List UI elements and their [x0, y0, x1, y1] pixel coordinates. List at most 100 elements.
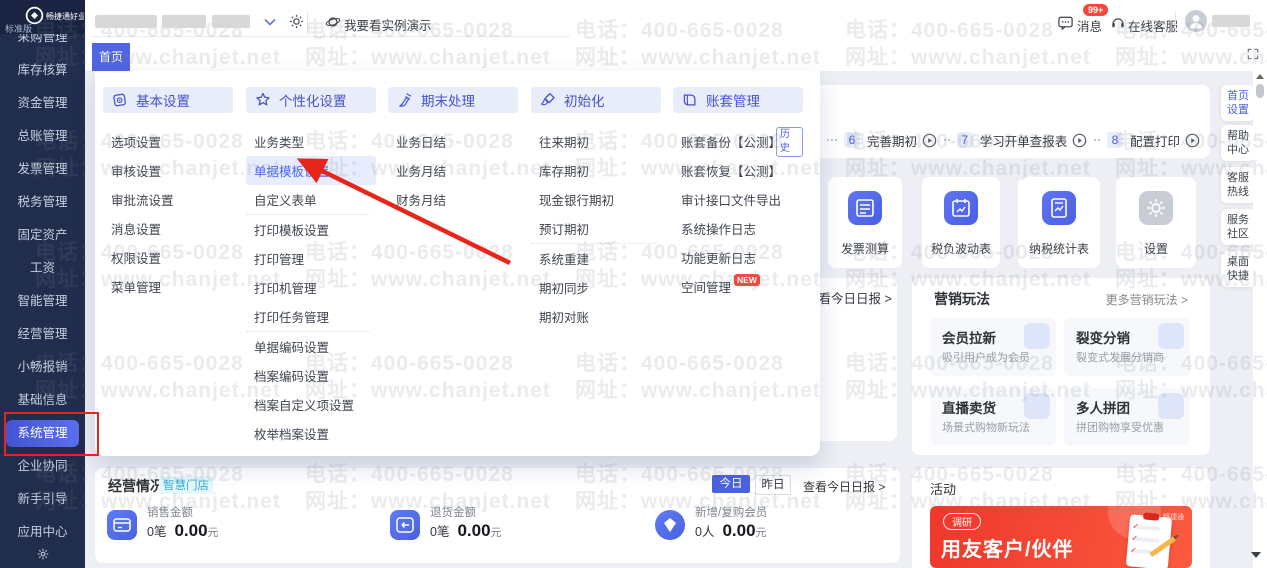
messages-link[interactable]: 消息: [1077, 16, 1102, 35]
sidebar-item-7[interactable]: 工资: [0, 252, 85, 285]
menu-item[interactable]: 往来期初: [531, 127, 661, 156]
menu-item[interactable]: 选项设置: [103, 127, 233, 156]
shortcut-label: 发票测算: [840, 242, 889, 256]
shortcut-label: 设置: [1143, 242, 1168, 256]
menu-item[interactable]: 现金银行期初: [531, 185, 661, 214]
menu-item[interactable]: 审核设置: [103, 156, 233, 185]
rail-desktop-shortcut[interactable]: 桌面 快捷: [1221, 251, 1255, 287]
menu-item[interactable]: 打印模板设置: [246, 215, 376, 244]
demo-link[interactable]: 我要看实例演示: [344, 15, 432, 34]
sidebar-item-2[interactable]: 资金管理: [0, 87, 85, 120]
menu-item[interactable]: 打印管理: [246, 244, 376, 273]
step-7: 7 学习开单查报表: [956, 131, 1088, 150]
shortcut-tax-chart[interactable]: 税负波动表: [922, 177, 1000, 268]
menu-item[interactable]: 系统重建: [531, 244, 661, 273]
headset-icon[interactable]: [1110, 14, 1126, 33]
sidebar-item-6[interactable]: 固定资产: [0, 219, 85, 252]
demo-planet-icon[interactable]: [325, 14, 341, 33]
menu-item[interactable]: 单据编码设置: [246, 332, 376, 361]
sidebar-item-9[interactable]: 经营管理: [0, 318, 85, 351]
menu-item[interactable]: 档案自定义项设置: [246, 390, 376, 419]
menu-item[interactable]: 业务月结: [388, 156, 518, 185]
sidebar-item-15[interactable]: 应用中心: [0, 516, 85, 549]
play-icon[interactable]: [1072, 133, 1087, 148]
activity-banner[interactable]: 调研 畅捷通 用友客户/伙伴 ✓ ✓ ✓: [930, 506, 1192, 568]
step-connector: [827, 139, 837, 141]
menu-item[interactable]: 打印任务管理: [246, 302, 376, 331]
scrollbar-up-arrow[interactable]: [1256, 74, 1264, 79]
gear-icon[interactable]: [288, 13, 305, 33]
rail-service-community[interactable]: 服务 社区: [1221, 209, 1255, 245]
activity-title: 活动: [930, 482, 957, 497]
scrollbar-thumb[interactable]: [1256, 84, 1264, 98]
chevron-down-icon[interactable]: [263, 15, 277, 32]
menu-item[interactable]: 功能更新日志: [673, 243, 803, 272]
redacted-company-name: [162, 15, 206, 28]
marketing-tile-fission[interactable]: 裂变分销 裂变式发展分销商: [1064, 318, 1190, 376]
sidebar-settings-gear[interactable]: [0, 547, 85, 566]
topbar-divider: [307, 11, 308, 31]
menu-item[interactable]: 枚举档案设置: [246, 419, 376, 448]
menu-item[interactable]: 菜单管理: [103, 272, 233, 301]
fullscreen-icon[interactable]: [1246, 47, 1260, 66]
menu-item[interactable]: 业务类型: [246, 127, 376, 156]
tab-home[interactable]: 首页: [92, 43, 130, 71]
shortcut-invoice-calc[interactable]: 发票测算: [828, 177, 902, 268]
menu-item[interactable]: 库存期初: [531, 156, 661, 185]
marketing-tile-title: 会员拉新: [942, 331, 996, 346]
support-link[interactable]: 在线客服: [1128, 16, 1178, 35]
scrollbar-track[interactable]: [1253, 71, 1267, 568]
marketing-tile-member[interactable]: 会员拉新 吸引用户成为会员: [930, 318, 1056, 376]
menu-item[interactable]: 预订期初: [531, 214, 661, 243]
yesterday-button[interactable]: 昨日: [755, 475, 791, 495]
view-daily-report-link[interactable]: 查看今日日报 >: [803, 478, 885, 495]
marketing-tile-group[interactable]: 多人拼团 拼团购物享受优惠: [1064, 388, 1190, 446]
marketing-tile-live[interactable]: 直播卖货 场景式购物新玩法: [930, 388, 1056, 446]
menu-item[interactable]: 消息设置: [103, 214, 233, 243]
today-button[interactable]: 今日: [712, 475, 750, 493]
menu-item[interactable]: 期初同步: [531, 273, 661, 302]
menu-item[interactable]: 单据模板设置: [246, 156, 376, 185]
menu-item[interactable]: 权限设置: [103, 243, 233, 272]
rail-home-settings[interactable]: 首页 设置: [1221, 85, 1255, 121]
menu-item[interactable]: 空间管理 NEW: [673, 272, 803, 301]
sidebar-item-1[interactable]: 库存核算: [0, 54, 85, 87]
app-window: 首页 我要看实例演示 消息 99+ 在线客服 6 完善期初 7 学习开单查报表 …: [0, 0, 1267, 568]
menu-item[interactable]: 打印机管理: [246, 273, 376, 302]
menu-item[interactable]: 财务月结: [388, 185, 518, 214]
scroll-down-arrow[interactable]: [1251, 552, 1261, 558]
play-icon[interactable]: [1185, 133, 1200, 148]
menu-item[interactable]: 系统操作日志: [673, 214, 803, 243]
megamenu-section-1: 个性化设置 业务类型 单据模板设置 自定义表单 打印模板设置 打印管理 打印机管理 打印任务管…: [246, 87, 376, 448]
megamenu-section-3: 初始化 往来期初 库存期初 现金银行期初 预订期初 系统重建 期初同步 期初对账: [531, 87, 661, 331]
shortcut-settings[interactable]: 设置: [1116, 177, 1196, 268]
menu-item[interactable]: 审计接口文件导出: [673, 185, 803, 214]
menu-item[interactable]: 档案编码设置: [246, 361, 376, 390]
sidebar-item-8[interactable]: 智能管理: [0, 285, 85, 318]
play-icon[interactable]: [922, 133, 937, 148]
history-badge[interactable]: 历史: [776, 126, 803, 157]
marketing-tile-subtitle: 场景式购物新玩法: [942, 422, 1030, 434]
menu-item[interactable]: 自定义表单: [246, 185, 376, 214]
shortcut-label: 纳税统计表: [1028, 242, 1089, 256]
message-bubble-icon[interactable]: [1057, 14, 1074, 34]
menu-item[interactable]: 账套恢复【公测】: [673, 156, 803, 185]
sidebar-item-4[interactable]: 发票管理: [0, 153, 85, 186]
menu-item[interactable]: 期初对账: [531, 302, 661, 331]
sidebar-item-5[interactable]: 税务管理: [0, 186, 85, 219]
shortcut-tax-report[interactable]: 纳税统计表: [1018, 177, 1100, 268]
avatar[interactable]: [1185, 10, 1207, 32]
tax-report-icon: [1042, 191, 1076, 225]
sidebar-item-3[interactable]: 总账管理: [0, 120, 85, 153]
brush-icon: [539, 91, 557, 109]
marketing-more-link[interactable]: 更多营销玩法 >: [1106, 291, 1188, 308]
menu-item[interactable]: 审批流设置: [103, 185, 233, 214]
step-connector: [944, 139, 950, 141]
rail-help-center[interactable]: 帮助 中心: [1221, 125, 1255, 161]
sidebar-item-14[interactable]: 新手引导: [0, 483, 85, 516]
sidebar-item-10[interactable]: 小畅报销: [0, 351, 85, 384]
rail-service-hotline[interactable]: 客服 热线: [1221, 167, 1255, 203]
menu-item[interactable]: 业务日结: [388, 127, 518, 156]
marketing-card: 营销玩法 更多营销玩法 > 会员拉新 吸引用户成为会员 裂变分销 裂变式发展分销…: [912, 278, 1210, 455]
menu-item[interactable]: 账套备份【公测】 历史: [673, 126, 803, 157]
